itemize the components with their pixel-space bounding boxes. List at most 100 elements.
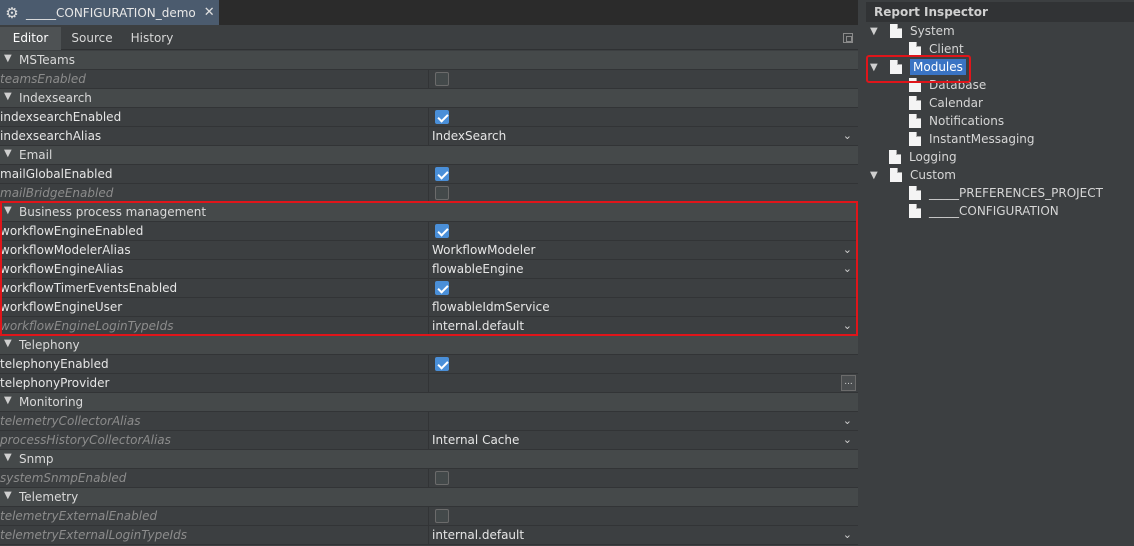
tree-node-preferences-project[interactable]: _____PREFERENCES_PROJECT bbox=[909, 184, 1103, 202]
chevron-down-icon[interactable]: ⌄ bbox=[843, 262, 852, 275]
tree-node-system[interactable]: ▼ System bbox=[870, 22, 955, 40]
column-divider bbox=[428, 222, 429, 241]
document-icon bbox=[909, 96, 921, 110]
chevron-down-icon[interactable]: ▼ bbox=[870, 26, 880, 37]
column-divider bbox=[428, 526, 429, 545]
property-row-telemetry-collector-alias[interactable]: telemetryCollectorAlias ⌄ bbox=[0, 412, 858, 431]
property-row-telephony-provider: telephonyProvider ... bbox=[0, 374, 858, 393]
column-divider bbox=[428, 127, 429, 146]
property-row-workflow-modeler-alias[interactable]: workflowModelerAlias WorkflowModeler ⌄ bbox=[0, 241, 858, 260]
section-telephony[interactable]: ▼ Telephony bbox=[0, 336, 858, 355]
indexsearch-enabled-checkbox[interactable] bbox=[435, 110, 449, 124]
section-indexsearch[interactable]: ▼ Indexsearch bbox=[0, 89, 858, 108]
column-divider bbox=[428, 260, 429, 279]
document-icon bbox=[890, 168, 902, 182]
mail-global-enabled-checkbox[interactable] bbox=[435, 167, 449, 181]
chevron-down-icon: ▼ bbox=[4, 338, 12, 349]
close-icon[interactable]: ✕ bbox=[204, 5, 215, 20]
chevron-down-icon[interactable]: ⌄ bbox=[843, 528, 852, 541]
workflow-engine-login-type-ids-select[interactable]: internal.default bbox=[432, 319, 524, 333]
chevron-down-icon[interactable]: ⌄ bbox=[843, 243, 852, 256]
workflow-engine-enabled-checkbox[interactable] bbox=[435, 224, 449, 238]
telemetry-external-enabled-checkbox[interactable] bbox=[435, 509, 449, 523]
section-label: Telemetry bbox=[19, 490, 79, 504]
tab-source[interactable]: Source bbox=[61, 27, 123, 50]
document-icon bbox=[909, 132, 921, 146]
chevron-down-icon[interactable]: ▼ bbox=[870, 170, 880, 181]
property-row-telemetry-external-enabled: telemetryExternalEnabled bbox=[0, 507, 858, 526]
section-label: Telephony bbox=[19, 338, 80, 352]
configuration-editor: ⚙ _____CONFIGURATION_demo ✕ Editor Sourc… bbox=[0, 0, 858, 546]
tree-node-client[interactable]: Client bbox=[909, 40, 964, 58]
property-row-system-snmp-enabled: systemSnmpEnabled bbox=[0, 469, 858, 488]
chevron-down-icon: ▼ bbox=[4, 53, 12, 64]
tree-label: System bbox=[910, 24, 955, 38]
property-key: indexsearchAlias bbox=[0, 129, 102, 143]
tree-label: Custom bbox=[910, 168, 956, 182]
ide-window: ⚙ _____CONFIGURATION_demo ✕ Editor Sourc… bbox=[0, 0, 1134, 546]
chevron-down-icon[interactable]: ⌄ bbox=[843, 319, 852, 332]
property-key: telemetryExternalLoginTypeIds bbox=[0, 528, 187, 542]
property-key: processHistoryCollectorAlias bbox=[0, 433, 171, 447]
system-snmp-enabled-checkbox[interactable] bbox=[435, 471, 449, 485]
chevron-down-icon: ▼ bbox=[4, 490, 12, 501]
chevron-down-icon[interactable]: ⌄ bbox=[843, 414, 852, 427]
property-row-workflow-engine-login-type-ids[interactable]: workflowEngineLoginTypeIds internal.defa… bbox=[0, 317, 858, 336]
section-telemetry[interactable]: ▼ Telemetry bbox=[0, 488, 858, 507]
property-row-mail-global-enabled: mailGlobalEnabled bbox=[0, 165, 858, 184]
column-divider bbox=[428, 165, 429, 184]
section-snmp[interactable]: ▼ Snmp bbox=[0, 450, 858, 469]
column-divider bbox=[428, 108, 429, 127]
property-row-workflow-engine-alias[interactable]: workflowEngineAlias flowableEngine ⌄ bbox=[0, 260, 858, 279]
property-key: workflowEngineAlias bbox=[0, 262, 124, 276]
telemetry-external-login-type-ids-select[interactable]: internal.default bbox=[432, 528, 524, 542]
chevron-down-icon[interactable]: ⌄ bbox=[843, 433, 852, 446]
workflow-engine-user-field[interactable]: flowableIdmService bbox=[432, 300, 550, 314]
tree-node-configuration[interactable]: _____CONFIGURATION bbox=[909, 202, 1059, 220]
tree-node-notifications[interactable]: Notifications bbox=[909, 112, 1004, 130]
property-key: workflowTimerEventsEnabled bbox=[0, 281, 178, 295]
chevron-down-icon[interactable]: ▼ bbox=[870, 62, 880, 73]
property-key: workflowEngineLoginTypeIds bbox=[0, 319, 174, 333]
workflow-engine-alias-select[interactable]: flowableEngine bbox=[432, 262, 524, 276]
workflow-modeler-alias-select[interactable]: WorkflowModeler bbox=[432, 243, 535, 257]
property-key: mailBridgeEnabled bbox=[0, 186, 114, 200]
tree-node-instant-messaging[interactable]: InstantMessaging bbox=[909, 130, 1035, 148]
property-key: teamsEnabled bbox=[0, 72, 86, 86]
tab-history[interactable]: History bbox=[123, 27, 181, 50]
process-history-collector-alias-select[interactable]: Internal Cache bbox=[432, 433, 519, 447]
property-grid: ▼ MSTeams teamsEnabled ▼ Indexsearch ind… bbox=[0, 51, 858, 545]
property-key: workflowEngineUser bbox=[0, 300, 123, 314]
property-row-process-history-collector-alias[interactable]: processHistoryCollectorAlias Internal Ca… bbox=[0, 431, 858, 450]
tree-node-custom[interactable]: ▼ Custom bbox=[870, 166, 956, 184]
file-tab-configuration-demo[interactable]: ⚙ _____CONFIGURATION_demo ✕ bbox=[0, 0, 219, 25]
section-monitoring[interactable]: ▼ Monitoring bbox=[0, 393, 858, 412]
chevron-down-icon: ▼ bbox=[4, 205, 12, 216]
browse-button[interactable]: ... bbox=[841, 375, 856, 391]
tree-label-selected: Modules bbox=[910, 59, 966, 75]
property-row-workflow-engine-enabled: workflowEngineEnabled bbox=[0, 222, 858, 241]
tree-node-logging[interactable]: Logging bbox=[889, 148, 957, 166]
indexsearch-alias-select[interactable]: IndexSearch bbox=[432, 129, 506, 143]
chevron-down-icon: ▼ bbox=[4, 148, 12, 159]
tree-node-calendar[interactable]: Calendar bbox=[909, 94, 983, 112]
tree-node-modules[interactable]: ▼ Modules bbox=[870, 58, 966, 76]
teams-enabled-checkbox[interactable] bbox=[435, 72, 449, 86]
section-business-process-management[interactable]: ▼ Business process management bbox=[0, 203, 858, 222]
mail-bridge-enabled-checkbox[interactable] bbox=[435, 186, 449, 200]
tab-editor[interactable]: Editor bbox=[0, 27, 61, 50]
maximize-icon[interactable] bbox=[843, 33, 853, 43]
workflow-timer-events-enabled-checkbox[interactable] bbox=[435, 281, 449, 295]
chevron-down-icon[interactable]: ⌄ bbox=[843, 129, 852, 142]
document-icon bbox=[890, 24, 902, 38]
section-email[interactable]: ▼ Email bbox=[0, 146, 858, 165]
column-divider bbox=[428, 431, 429, 450]
telephony-enabled-checkbox[interactable] bbox=[435, 357, 449, 371]
section-msteams[interactable]: ▼ MSTeams bbox=[0, 51, 858, 70]
property-row-indexsearch-alias[interactable]: indexsearchAlias IndexSearch ⌄ bbox=[0, 127, 858, 146]
tree-node-database[interactable]: Database bbox=[909, 76, 986, 94]
property-row-mail-bridge-enabled: mailBridgeEnabled bbox=[0, 184, 858, 203]
property-row-telemetry-external-login-type-ids[interactable]: telemetryExternalLoginTypeIds internal.d… bbox=[0, 526, 858, 545]
section-label: MSTeams bbox=[19, 53, 75, 67]
tree-label: _____CONFIGURATION bbox=[929, 204, 1059, 218]
